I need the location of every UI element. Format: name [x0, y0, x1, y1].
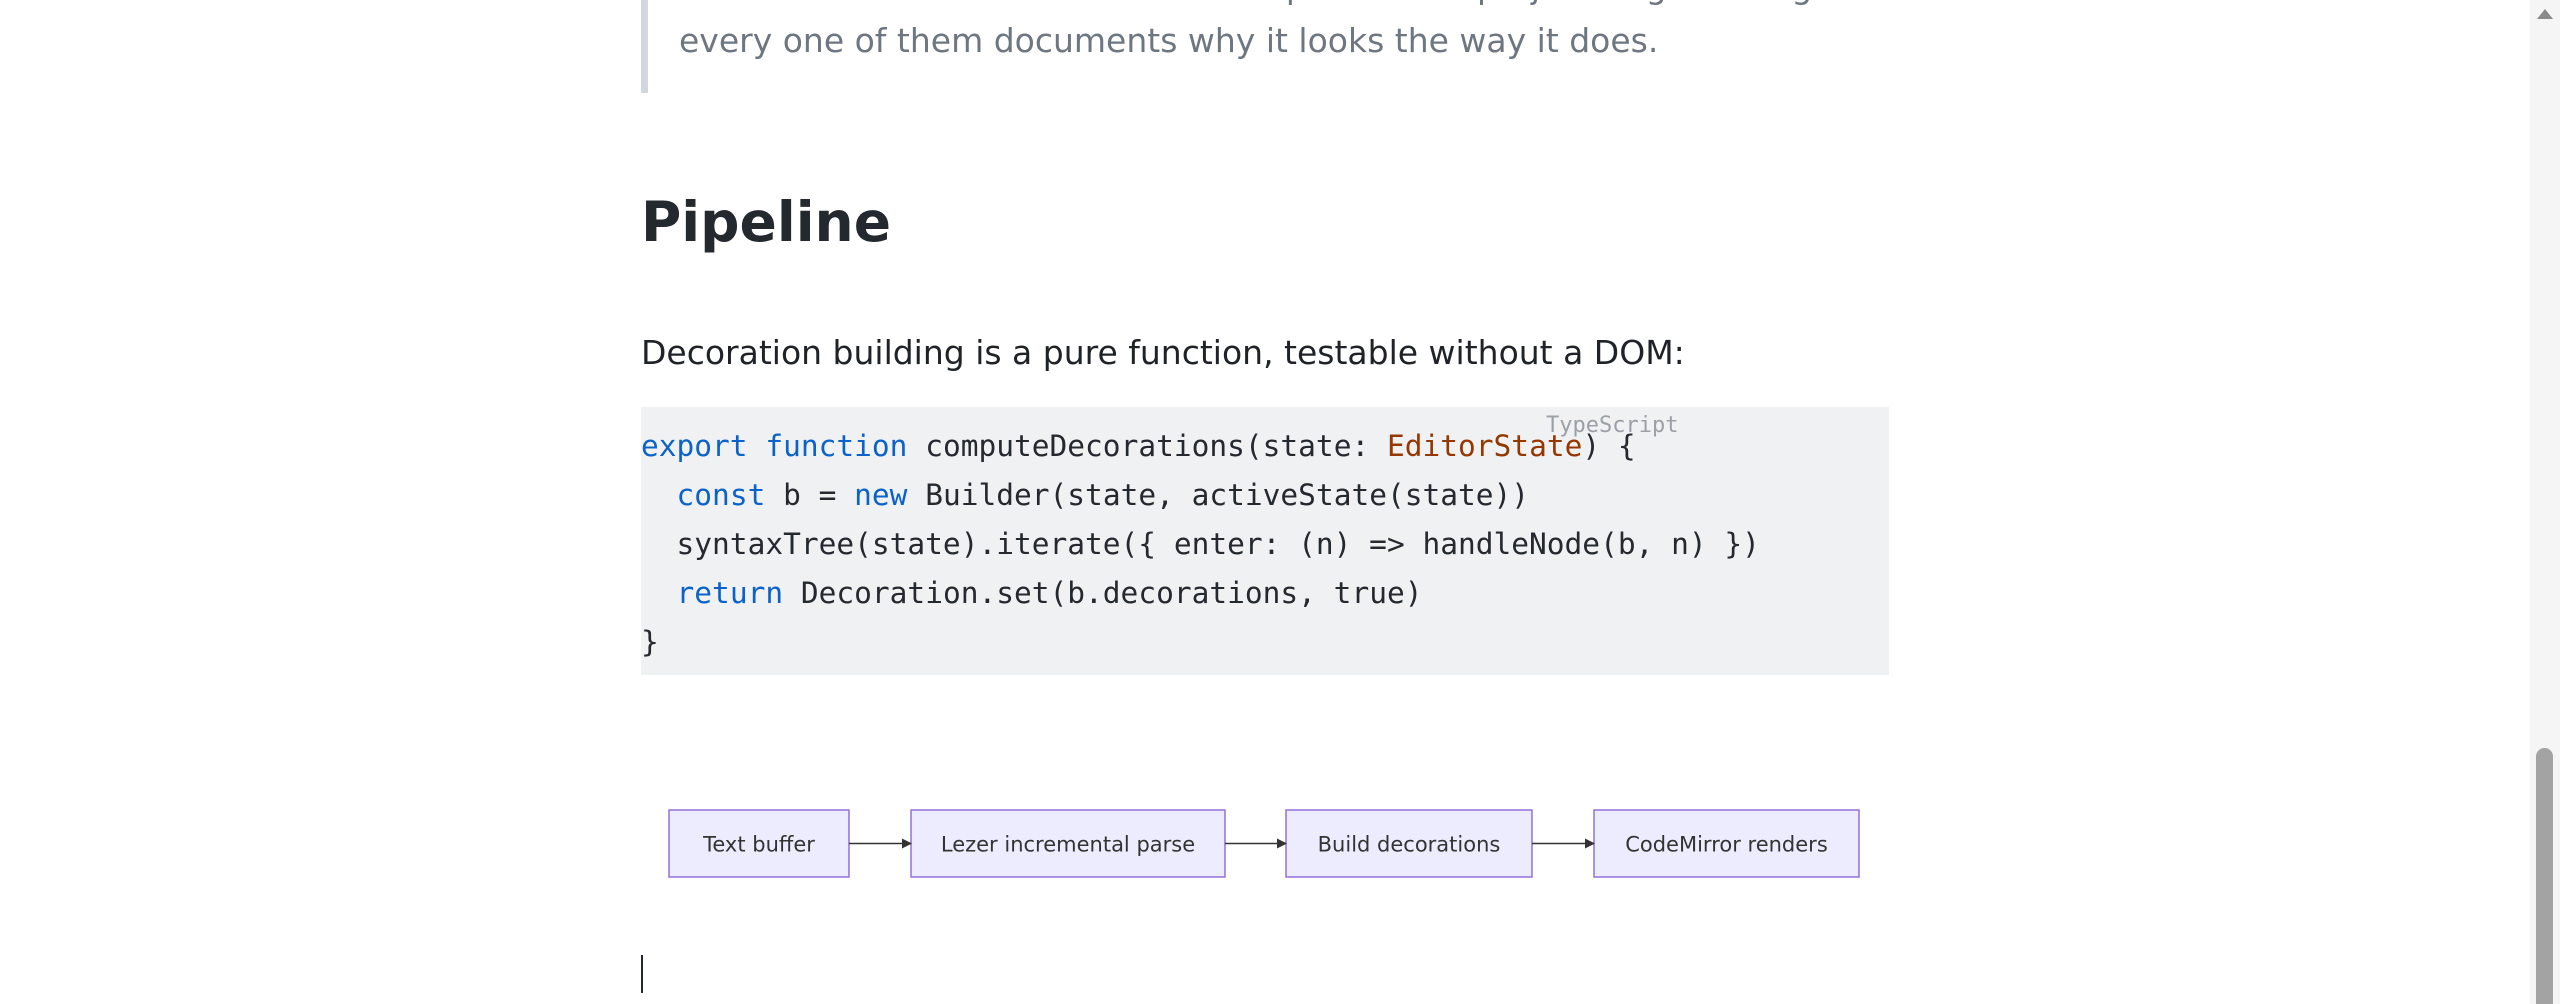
diagram-node-label: CodeMirror renders: [1625, 833, 1828, 857]
diagram-node-label: Build decorations: [1318, 833, 1501, 857]
blockquote-line-2: every one of them documents why it looks…: [679, 21, 1659, 60]
code-keyword: return: [676, 576, 784, 610]
code-keyword: const: [676, 478, 766, 512]
blockquote: The decoration rules are the easiest par…: [641, 0, 1889, 93]
diagram-node-label: Lezer incremental parse: [941, 833, 1195, 857]
document-editor: The decoration rules are the easiest par…: [0, 0, 2560, 1004]
code-line-1: export function computeDecorations(state…: [641, 429, 1636, 463]
code-line-2: const b = new Builder(state, activeState…: [641, 478, 1530, 512]
code-line-5: }: [641, 625, 659, 659]
diagram-node: Lezer incremental parse: [910, 809, 1226, 878]
section-heading: Pipeline: [641, 190, 891, 254]
diagram-node-label: Text buffer: [702, 833, 815, 857]
scrollbar-thumb[interactable]: [2536, 748, 2553, 1004]
blockquote-line-1: The decoration rules are the easiest par…: [679, 0, 1889, 14]
text-cursor: [641, 955, 643, 993]
code-line-4: return Decoration.set(b.decorations, tru…: [641, 576, 1423, 610]
section-paragraph: Decoration building is a pure function, …: [641, 333, 1685, 372]
code-language-label: TypeScript: [1546, 413, 1679, 438]
scroll-up-arrow-icon[interactable]: [2537, 9, 2553, 19]
code-text: Builder(state, activeState(state)): [907, 478, 1530, 512]
pipeline-diagram: Text buffer Lezer incremental parse Build …: [668, 809, 1860, 878]
diagram-node: Build decorations: [1285, 809, 1533, 878]
diagram-node: CodeMirror renders: [1593, 809, 1860, 878]
code-text: computeDecorations(state:: [925, 429, 1387, 463]
code-keyword: function: [765, 429, 908, 463]
code-line-3: syntaxTree(state).iterate({ enter: (n) =…: [641, 527, 1760, 561]
code-text: b =: [765, 478, 855, 512]
diagram-node: Text buffer: [668, 809, 850, 878]
code-keyword: export: [641, 429, 748, 463]
code-keyword: new: [854, 478, 908, 512]
code-block[interactable]: export function computeDecorations(state…: [641, 407, 1889, 675]
code-content: export function computeDecorations(state…: [641, 422, 1760, 667]
code-text: Decoration.set(b.decorations, true): [783, 576, 1423, 610]
